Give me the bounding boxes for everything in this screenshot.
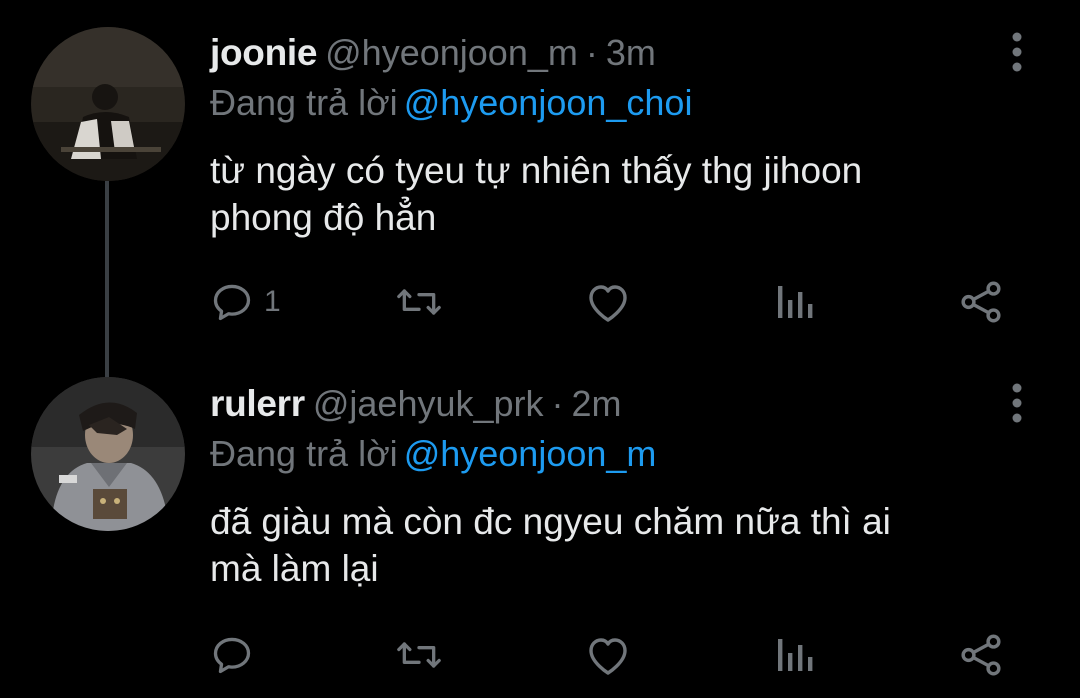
- thread-line: [105, 181, 109, 377]
- views-button[interactable]: [774, 631, 814, 679]
- reply-button[interactable]: 1: [210, 278, 281, 326]
- tweet[interactable]: joonie @hyeonjoon_m · 3m Đang trả lời @hy…: [0, 0, 1080, 377]
- action-bar: 1: [210, 278, 1020, 326]
- reply-prefix: Đang trả lời: [210, 433, 398, 474]
- display-name[interactable]: rulerr: [210, 379, 305, 429]
- views-bar-icon: [778, 286, 813, 318]
- retweet-button[interactable]: [394, 631, 454, 679]
- display-name[interactable]: joonie: [210, 28, 317, 78]
- tweet-header: rulerr @jaehyuk_prk · 2m: [210, 379, 622, 429]
- share-icon: [961, 634, 1001, 676]
- replying-to: Đang trả lời @hyeonjoon_choi: [210, 79, 692, 127]
- tweet-header: joonie @hyeonjoon_m · 3m: [210, 28, 656, 78]
- reply-mention[interactable]: @hyeonjoon_choi: [404, 82, 693, 123]
- more-vertical-icon[interactable]: [1004, 382, 1030, 424]
- user-handle[interactable]: @hyeonjoon_m: [325, 28, 578, 78]
- more-vertical-icon[interactable]: [1004, 31, 1030, 73]
- reply-mention[interactable]: @hyeonjoon_m: [404, 433, 657, 474]
- heart-icon: [589, 285, 627, 322]
- separator: ·: [551, 383, 564, 424]
- reply-count: 1: [264, 285, 281, 318]
- timestamp[interactable]: 3m: [606, 28, 656, 78]
- separator: ·: [585, 32, 598, 73]
- timestamp[interactable]: 2m: [572, 379, 622, 429]
- reply-bubble-icon: [213, 637, 251, 674]
- reply-prefix: Đang trả lời: [210, 82, 398, 123]
- retweet-icon: [397, 642, 441, 668]
- heart-icon: [589, 638, 627, 675]
- avatar-photo: [31, 27, 185, 181]
- tweet[interactable]: rulerr @jaehyuk_prk · 2m Đang trả lời @hy…: [0, 350, 1080, 698]
- tweet-text: đã giàu mà còn đc ngyeu chăm nữa thì ai …: [210, 501, 891, 589]
- reply-bubble-icon: [213, 284, 251, 321]
- views-bar-icon: [778, 639, 813, 671]
- tweet-text: từ ngày có tyeu tự nhiên thấy thg jihoon…: [210, 150, 863, 238]
- replying-to: Đang trả lời @hyeonjoon_m: [210, 430, 656, 478]
- avatar-photo: [31, 377, 185, 531]
- like-button[interactable]: [584, 631, 642, 679]
- share-button[interactable]: [958, 278, 1004, 326]
- like-button[interactable]: [584, 278, 642, 326]
- avatar[interactable]: [31, 377, 185, 531]
- user-handle[interactable]: @jaehyuk_prk: [313, 379, 544, 429]
- action-bar: [210, 631, 1020, 679]
- share-button[interactable]: [958, 631, 1004, 679]
- share-icon: [961, 281, 1001, 323]
- retweet-button[interactable]: [394, 278, 454, 326]
- avatar[interactable]: [31, 27, 185, 181]
- reply-button[interactable]: [210, 631, 264, 679]
- views-button[interactable]: [774, 278, 814, 326]
- retweet-icon: [397, 289, 441, 315]
